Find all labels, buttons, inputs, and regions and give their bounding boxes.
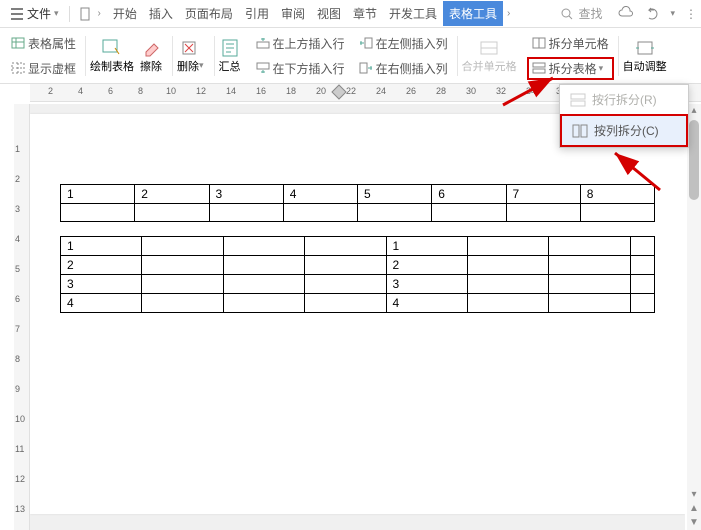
document-area: 1234 5678 11 22 33 44 [30, 104, 685, 530]
summary-button[interactable]: 汇总 [219, 38, 241, 74]
tab-dev[interactable]: 开发工具 [383, 1, 443, 26]
autofit-icon [634, 38, 656, 58]
split-by-col-item[interactable]: 按列拆分(C) [560, 114, 688, 147]
tab-layout[interactable]: 页面布局 [179, 1, 239, 26]
split-row-icon [570, 93, 586, 107]
split-col-icon [572, 124, 588, 138]
tab-marker-icon[interactable] [330, 84, 348, 102]
merge-icon [478, 38, 500, 58]
insert-col-left-button[interactable]: 在左侧插入列 [354, 32, 453, 55]
hamburger-icon [10, 8, 24, 20]
tab-start[interactable]: 开始 [107, 1, 143, 26]
row-above-icon [256, 37, 270, 49]
draw-table-button[interactable]: 绘制表格 [90, 38, 134, 74]
auto-fit-button[interactable]: 自动调整 [623, 38, 667, 74]
border-icon [11, 62, 25, 74]
split-cells-button[interactable]: 拆分单元格 [527, 32, 614, 55]
tab-section[interactable]: 章节 [347, 1, 383, 26]
tabs: 开始 插入 页面布局 引用 审阅 视图 章节 开发工具 表格工具 [107, 1, 503, 26]
ruler-vertical[interactable]: 1 2 3 4 5 6 7 8 9 10 11 12 13 [14, 104, 30, 530]
properties-icon [11, 37, 25, 49]
chevron-right-icon: › [98, 8, 101, 19]
table-row: 1234 5678 [61, 185, 655, 204]
menu-button[interactable]: 文件 ▾ [4, 3, 65, 24]
chevron-down-icon: ▾ [54, 8, 59, 19]
table-1[interactable]: 1234 5678 [60, 184, 655, 222]
draw-icon [101, 38, 123, 58]
page[interactable]: 1234 5678 11 22 33 44 [30, 114, 685, 514]
summary-icon [219, 38, 241, 58]
tab-view[interactable]: 视图 [311, 1, 347, 26]
scrollbar-vertical[interactable]: ▴ ▾ ▲ ▼ [687, 104, 701, 530]
insert-row-below-button[interactable]: 在下方插入行 [251, 57, 350, 80]
chevron-right-icon[interactable]: › [507, 8, 510, 19]
scroll-down-icon[interactable]: ▾ [687, 488, 701, 502]
split-cell-icon [532, 37, 546, 49]
file-label: 文件 [27, 5, 51, 22]
col-right-icon [359, 62, 373, 74]
col-left-icon [359, 37, 373, 49]
page-up-icon[interactable]: ▲ [687, 502, 701, 516]
table-2[interactable]: 11 22 33 44 [60, 236, 655, 313]
search-icon [560, 7, 574, 21]
split-table-dropdown: 按行拆分(R) 按列拆分(C) [559, 84, 689, 148]
search-placeholder: 查找 [578, 5, 602, 22]
insert-col-right-button[interactable]: 在右侧插入列 [354, 57, 453, 80]
table-row: 33 [61, 275, 655, 294]
ribbon: 表格属性 显示虚框 绘制表格 擦除 删除▾ 汇总 在上方插入行 在下方插入行 [0, 28, 701, 84]
split-by-row-item[interactable]: 按行拆分(R) [560, 85, 688, 114]
erase-icon [140, 38, 162, 58]
show-border-button[interactable]: 显示虚框 [6, 57, 81, 80]
search-box[interactable]: 查找 [554, 3, 608, 24]
document-icon[interactable] [78, 7, 92, 21]
row-below-icon [256, 62, 270, 74]
split-table-button[interactable]: 拆分表格 ▾ [527, 57, 614, 80]
page-down-icon[interactable]: ▼ [687, 516, 701, 530]
scroll-up-icon[interactable]: ▴ [687, 104, 701, 118]
table-row: 11 [61, 237, 655, 256]
table-row: 22 [61, 256, 655, 275]
cloud-icon[interactable] [618, 6, 634, 22]
split-table-icon [532, 62, 546, 74]
delete-button[interactable]: 删除▾ [177, 38, 204, 74]
tab-insert[interactable]: 插入 [143, 1, 179, 26]
insert-row-above-button[interactable]: 在上方插入行 [251, 32, 350, 55]
table-row [61, 204, 655, 222]
delete-icon [179, 38, 201, 58]
merge-cells-button[interactable]: 合并单元格 [462, 38, 517, 74]
tab-table-tools[interactable]: 表格工具 [443, 1, 503, 26]
dropdown-icon[interactable]: ▾ [670, 8, 675, 19]
undo-icon[interactable] [644, 6, 660, 22]
more-icon[interactable]: ⋮ [685, 7, 697, 21]
tab-reference[interactable]: 引用 [239, 1, 275, 26]
scroll-thumb[interactable] [689, 120, 699, 200]
table-properties-button[interactable]: 表格属性 [6, 32, 81, 55]
table-row: 44 [61, 294, 655, 313]
tab-review[interactable]: 审阅 [275, 1, 311, 26]
top-bar: 文件 ▾ › 开始 插入 页面布局 引用 审阅 视图 章节 开发工具 表格工具 … [0, 0, 701, 28]
erase-button[interactable]: 擦除 [140, 38, 162, 74]
